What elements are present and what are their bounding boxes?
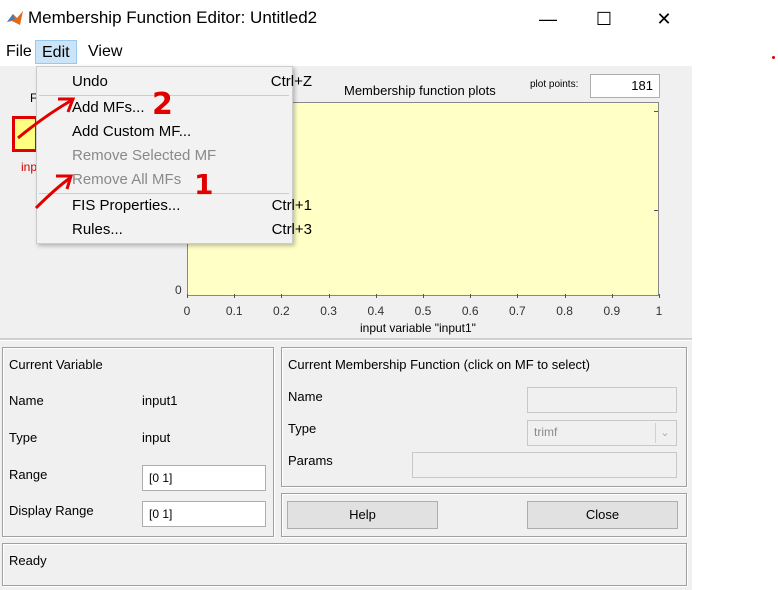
annotation-arrow-icon (17, 98, 73, 140)
annotation-number-1: 1 (194, 168, 213, 201)
annotation-layer: 2 1 (17, 87, 213, 210)
annotation-number-2: 2 (152, 87, 173, 122)
annotation-arrow-icon (34, 176, 71, 210)
